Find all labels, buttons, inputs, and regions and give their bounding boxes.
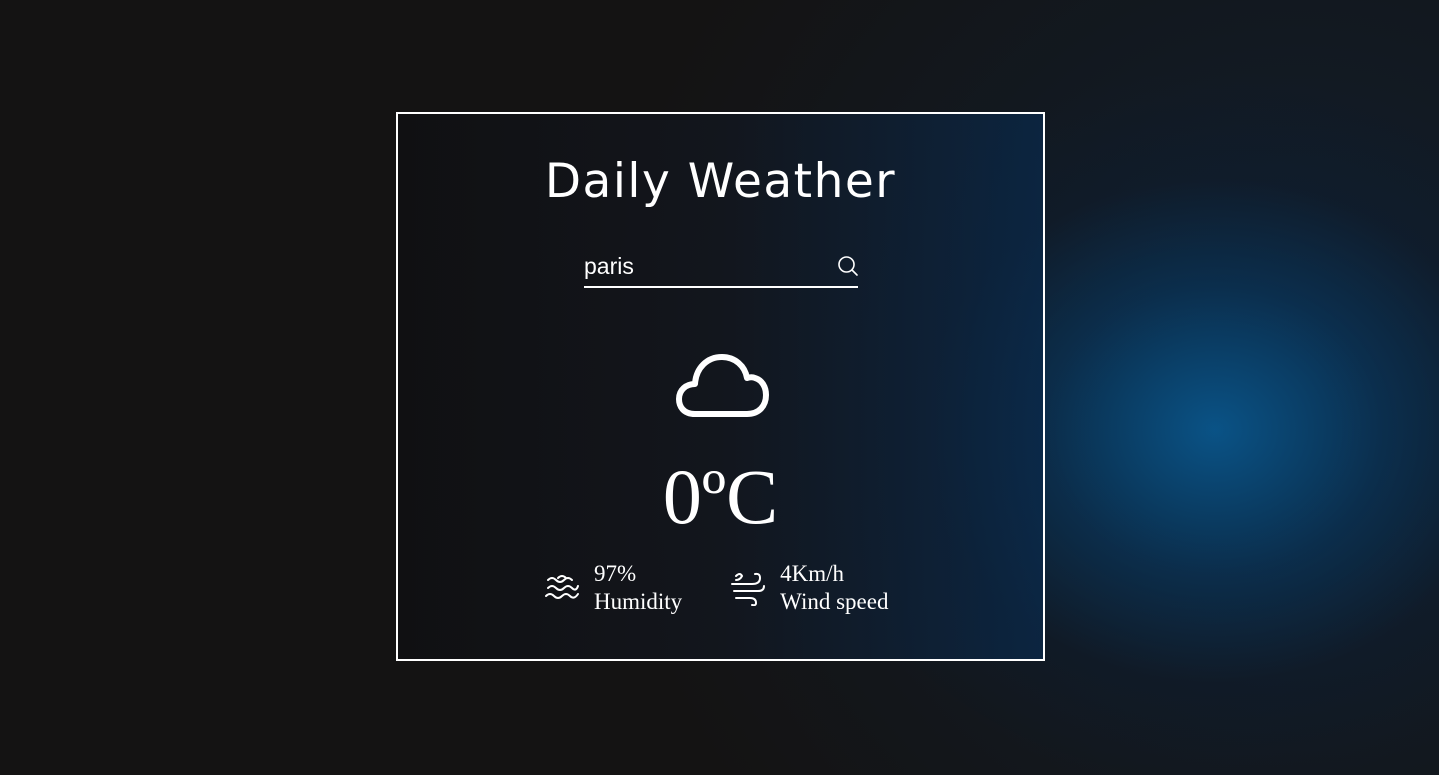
cloud-icon (676, 354, 769, 417)
search-bar (584, 246, 858, 288)
humidity-value: 97% (594, 561, 637, 586)
wind-value: 4Km/h (780, 561, 845, 586)
search-icon (838, 256, 858, 276)
humidity-icon (545, 575, 579, 599)
wind-label: Wind speed (780, 589, 889, 614)
weather-card: Daily Weather 0ºC 97% Humidity (396, 112, 1045, 661)
humidity-stat: 97% Humidity (544, 560, 682, 616)
temperature: 0ºC (662, 453, 779, 540)
search-input[interactable] (584, 252, 814, 280)
weather-stats: 97% Humidity 4Km/h Wind speed (544, 560, 888, 616)
search-button[interactable] (836, 254, 860, 278)
wind-stat: 4Km/h Wind speed (730, 560, 888, 616)
app-title: Daily Weather (544, 154, 897, 209)
wind-icon (731, 572, 766, 606)
humidity-label: Humidity (594, 589, 683, 614)
